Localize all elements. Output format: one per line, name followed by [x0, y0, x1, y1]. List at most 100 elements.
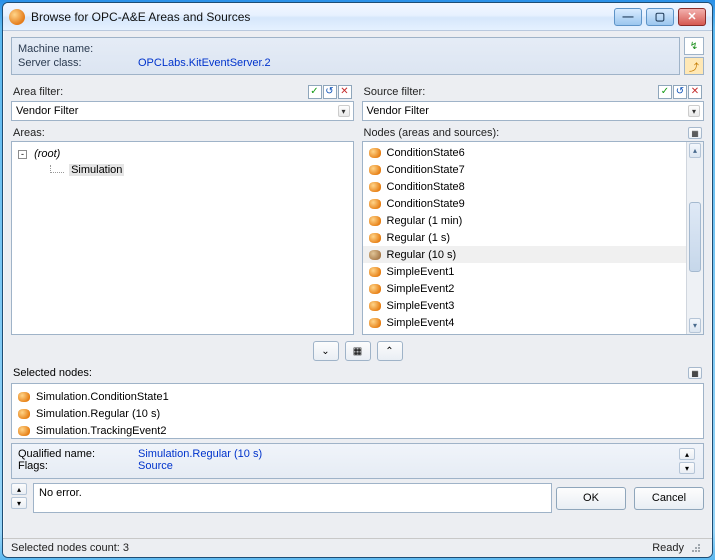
node-label: SimpleEvent3: [387, 300, 455, 312]
node-item[interactable]: ConditionState8: [363, 178, 687, 195]
node-item[interactable]: ConditionState6: [363, 144, 687, 161]
machine-name-label: Machine name:: [18, 42, 138, 56]
maximize-button[interactable]: ▢: [646, 8, 674, 26]
cancel-button[interactable]: Cancel: [634, 487, 704, 510]
details-scroll-down[interactable]: ▾: [679, 462, 695, 474]
node-item[interactable]: SimpleEvent4: [363, 314, 687, 331]
area-filter-label: Area filter:: [13, 86, 63, 98]
source-filter-clear-icon[interactable]: ✕: [688, 85, 702, 99]
scroll-down-icon[interactable]: ▾: [689, 318, 701, 333]
node-icon: [369, 267, 381, 277]
node-icon: [369, 284, 381, 294]
qualified-name-value: Simulation.Regular (10 s): [138, 448, 262, 460]
source-filter-value: Vendor Filter: [367, 105, 429, 117]
node-label: SimpleEvent2: [387, 283, 455, 295]
scroll-thumb[interactable]: [689, 202, 701, 272]
message-box: No error.: [33, 483, 552, 513]
tree-expander-icon[interactable]: -: [18, 150, 27, 159]
node-label: Regular (1 min): [387, 215, 463, 227]
chevron-down-icon[interactable]: ▾: [338, 105, 350, 117]
node-label: Regular (1 s): [387, 232, 451, 244]
nodes-list[interactable]: ConditionState6 ConditionState7 ConditionS…: [362, 141, 705, 335]
source-filter-accept-icon[interactable]: ✓: [658, 85, 672, 99]
selected-nodes-label: Selected nodes:: [13, 367, 92, 379]
node-item[interactable]: ConditionState7: [363, 161, 687, 178]
node-icon: [18, 392, 30, 402]
server-class-value: OPCLabs.KitEventServer.2: [138, 56, 271, 70]
view-details-button[interactable]: ▦: [345, 341, 371, 361]
server-class-label: Server class:: [18, 56, 138, 70]
selected-nodes-list[interactable]: Simulation.ConditionState1 Simulation.Reg…: [11, 383, 704, 439]
msg-scroll-down[interactable]: ▾: [11, 497, 27, 509]
source-filter-label: Source filter:: [364, 86, 426, 98]
selected-node-item[interactable]: Simulation.TrackingEvent2: [12, 422, 703, 439]
scroll-up-icon[interactable]: ▴: [689, 143, 701, 158]
node-item[interactable]: SimpleEvent1: [363, 263, 687, 280]
node-item[interactable]: SimpleEvent2: [363, 280, 687, 297]
node-icon: [369, 233, 381, 243]
node-label: ConditionState7: [387, 164, 465, 176]
tree-root[interactable]: (root): [34, 146, 60, 162]
selected-node-label: Simulation.ConditionState1: [36, 391, 169, 403]
area-filter-accept-icon[interactable]: ✓: [308, 85, 322, 99]
message-text: No error.: [39, 487, 82, 499]
node-icon: [18, 409, 30, 419]
window-title: Browse for OPC-A&E Areas and Sources: [31, 10, 608, 24]
ok-button[interactable]: OK: [556, 487, 626, 510]
node-label: SimpleEvent1: [387, 266, 455, 278]
node-item[interactable]: SimpleEvent3: [363, 297, 687, 314]
node-item[interactable]: Regular (10 s): [363, 246, 687, 263]
tree-node-simulation[interactable]: Simulation: [69, 164, 124, 176]
selected-node-label: Simulation.TrackingEvent2: [36, 425, 166, 437]
status-bar: Selected nodes count: 3 Ready: [3, 538, 712, 557]
node-item[interactable]: ConditionState9: [363, 195, 687, 212]
close-button[interactable]: ✕: [678, 8, 706, 26]
flags-label: Flags:: [18, 460, 138, 472]
source-filter-reset-icon[interactable]: ↺: [673, 85, 687, 99]
node-label: ConditionState8: [387, 181, 465, 193]
node-label: SimpleEvent4: [387, 317, 455, 329]
area-filter-value: Vendor Filter: [16, 105, 78, 117]
node-icon: [369, 250, 381, 260]
node-label: ConditionState6: [387, 147, 465, 159]
status-ready: Ready: [652, 542, 684, 554]
selected-node-item[interactable]: Simulation.Regular (10 s): [12, 405, 703, 422]
chevron-down-icon[interactable]: ▾: [688, 105, 700, 117]
node-icon: [369, 318, 381, 328]
selected-view-options-icon[interactable]: ▦: [688, 367, 702, 379]
node-icon: [18, 426, 30, 436]
areas-panel-label: Areas:: [13, 127, 45, 139]
area-filter-clear-icon[interactable]: ✕: [338, 85, 352, 99]
node-label: Regular (10 s): [387, 249, 457, 261]
status-count: Selected nodes count: 3: [11, 542, 129, 554]
server-info-panel: Machine name: Server class: OPCLabs.KitE…: [11, 37, 680, 75]
title-bar: Browse for OPC-A&E Areas and Sources — ▢…: [3, 3, 712, 31]
source-filter-combo[interactable]: Vendor Filter ▾: [362, 101, 705, 121]
scrollbar[interactable]: ▴ ▾: [686, 142, 703, 334]
node-icon: [369, 165, 381, 175]
details-scroll-up[interactable]: ▴: [679, 448, 695, 460]
minimize-button[interactable]: —: [614, 8, 642, 26]
node-item[interactable]: Regular (1 s): [363, 229, 687, 246]
view-options-icon[interactable]: ▦: [688, 127, 702, 139]
selected-node-item[interactable]: Simulation.ConditionState1: [12, 388, 703, 405]
up-level-button[interactable]: ⤴: [684, 57, 704, 75]
qualified-name-label: Qualified name:: [18, 448, 138, 460]
node-item[interactable]: Regular (1 min): [363, 212, 687, 229]
remove-node-button[interactable]: ⌃: [377, 341, 403, 361]
node-label: ConditionState9: [387, 198, 465, 210]
node-icon: [369, 199, 381, 209]
selected-node-label: Simulation.Regular (10 s): [36, 408, 160, 420]
app-icon: [9, 9, 25, 25]
msg-scroll-up[interactable]: ▴: [11, 483, 27, 495]
area-filter-reset-icon[interactable]: ↺: [323, 85, 337, 99]
add-node-button[interactable]: ⌄: [313, 341, 339, 361]
details-panel: Qualified name:Simulation.Regular (10 s)…: [11, 443, 704, 479]
flags-value: Source: [138, 460, 173, 472]
area-filter-combo[interactable]: Vendor Filter ▾: [11, 101, 354, 121]
resize-grip-icon[interactable]: [690, 542, 702, 554]
refresh-button[interactable]: ↯: [684, 37, 704, 55]
node-icon: [369, 301, 381, 311]
areas-tree[interactable]: - (root) Simulation: [11, 141, 354, 335]
node-icon: [369, 182, 381, 192]
